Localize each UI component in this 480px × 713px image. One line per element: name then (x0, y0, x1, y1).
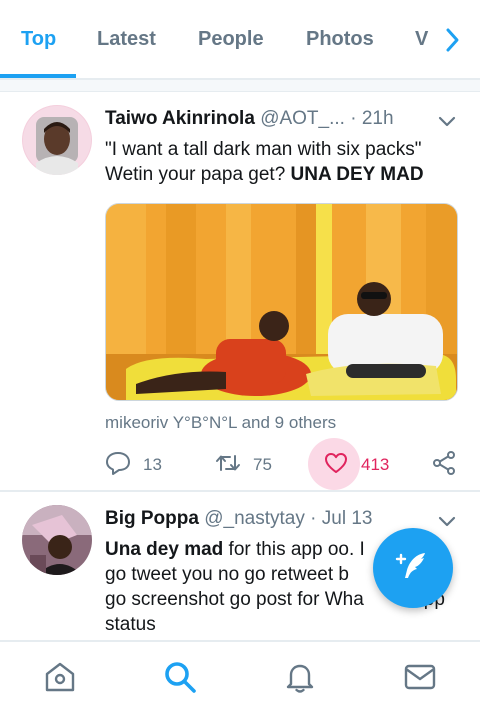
bell-icon (282, 664, 318, 699)
author-name[interactable]: Taiwo Akinrinola (105, 108, 255, 129)
chevron-right-icon[interactable] (444, 26, 462, 54)
separator: · (310, 508, 317, 529)
share-icon (431, 450, 457, 481)
tweet-text-plain: for this app oo. I (223, 539, 365, 560)
tweet-text-plain: Wetin your papa get? (105, 164, 291, 185)
bottom-navigation (0, 640, 480, 713)
tab-people[interactable]: People (198, 28, 264, 51)
tweet-time[interactable]: Jul 13 (322, 508, 373, 529)
tweet-text-bold: UNA DEY MAD (290, 164, 424, 185)
tweet-text-line: status (105, 614, 156, 635)
separator: · (350, 108, 357, 129)
retweet-count: 75 (253, 455, 272, 474)
reply-icon (105, 450, 131, 481)
tweet-header: Big Poppa @_nastytay · Jul 13 (105, 508, 372, 530)
retweet-icon (215, 450, 241, 481)
compose-tweet-button[interactable] (373, 528, 453, 608)
tweet-media-image[interactable] (105, 203, 458, 401)
tab-videos[interactable]: V (415, 28, 428, 51)
tweet-time[interactable]: 21h (362, 108, 394, 129)
liked-by-text[interactable]: mikeoriv Y°B°N°L and 9 others (105, 413, 336, 433)
tweet-divider (0, 490, 480, 492)
heart-icon (323, 450, 349, 481)
share-button[interactable] (431, 450, 457, 480)
search-tabs: Top Latest People Photos V (0, 0, 480, 80)
section-gap (0, 80, 480, 92)
avatar[interactable] (22, 505, 92, 575)
reply-count: 13 (143, 455, 162, 474)
retweet-button[interactable]: 75 (215, 450, 272, 480)
nav-search[interactable] (162, 659, 198, 695)
chevron-down-icon[interactable] (438, 115, 456, 127)
nav-home[interactable] (42, 659, 78, 695)
author-handle[interactable]: @_nastytay (204, 508, 305, 529)
tweet-header: Taiwo Akinrinola @AOT_... · 21h (105, 108, 394, 130)
nav-messages[interactable] (402, 659, 438, 695)
mail-icon (402, 664, 438, 699)
search-icon (162, 662, 198, 699)
active-tab-indicator (0, 74, 76, 78)
like-button[interactable]: 413 (308, 438, 390, 490)
nav-notifications[interactable] (282, 659, 318, 695)
compose-tweet-icon (395, 548, 431, 589)
author-name[interactable]: Big Poppa (105, 508, 199, 529)
author-handle[interactable]: @AOT_... (260, 108, 345, 129)
tweet-actions: 13 75 413 (105, 438, 465, 490)
tab-latest[interactable]: Latest (97, 28, 156, 51)
home-icon (42, 662, 78, 699)
tweet-text-plain: go screenshot go post for Wha (105, 589, 364, 610)
tweet-text-bold: Una dey mad (105, 539, 224, 560)
tweet-text-line: "I want a tall dark man with six packs" (105, 139, 422, 160)
chevron-down-icon[interactable] (438, 515, 456, 527)
tab-photos[interactable]: Photos (306, 28, 374, 51)
tweet-text-line: Wetin your papa get? UNA DEY MAD (105, 162, 460, 187)
tweet-text: "I want a tall dark man with six packs" … (105, 137, 460, 187)
tab-top[interactable]: Top (21, 28, 56, 51)
avatar[interactable] (22, 105, 92, 175)
reply-button[interactable]: 13 (105, 450, 162, 480)
like-count: 413 (361, 455, 390, 474)
